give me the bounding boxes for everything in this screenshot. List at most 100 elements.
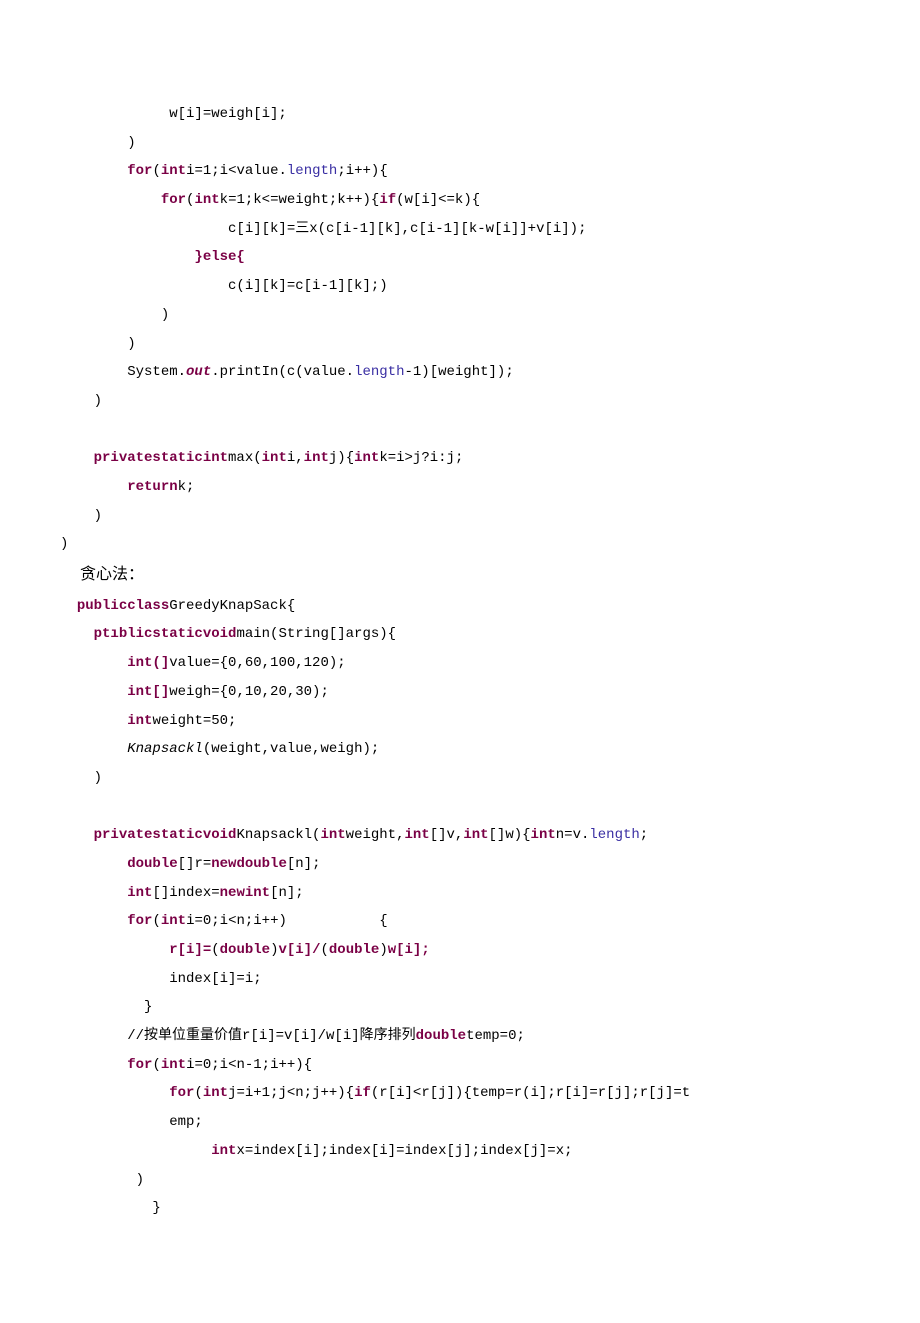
code-line: for(intk=1;k<=weight;k++){if(w[i]<=k){: [60, 186, 860, 215]
code-token: int: [404, 827, 429, 843]
code-line: r[i]=(double)v[i]/(double)w[i];: [60, 936, 860, 965]
code-token: //按单位重量价值r[i]=v[i]/w[i]降序排列: [60, 1028, 416, 1044]
code-token: length: [589, 827, 639, 843]
code-token: (w[i]<=k){: [396, 192, 480, 208]
code-token: ;i++){: [337, 163, 387, 179]
code-token: emp;: [60, 1114, 203, 1130]
code-token: ): [379, 942, 387, 958]
code-token: .printIn(c(value.: [211, 364, 354, 380]
code-token: double: [127, 856, 177, 872]
code-token: int: [320, 827, 345, 843]
code-token: [60, 1085, 169, 1101]
code-token: [60, 163, 127, 179]
code-block-2: publicclassGreedyKnapSack{ ptıblicstatic…: [60, 592, 860, 1223]
code-token: [60, 856, 127, 872]
code-token: w[i];: [388, 942, 430, 958]
code-line: ): [60, 764, 860, 793]
code-token: []r=: [178, 856, 212, 872]
code-token: [60, 249, 194, 265]
code-token: [n];: [287, 856, 321, 872]
code-line: intweight=50;: [60, 707, 860, 736]
section-title: 贪心法：: [60, 559, 860, 592]
code-token: -1)[weight]);: [405, 364, 514, 380]
code-token: weigh={0,10,20,30);: [169, 684, 329, 700]
code-line: double[]r=newdouble[n];: [60, 850, 860, 879]
code-line: Knapsackl(weight,value,weigh);: [60, 735, 860, 764]
code-token: [60, 885, 127, 901]
code-token: }else{: [194, 249, 244, 265]
code-token: k=i>j?i:j;: [379, 450, 463, 466]
code-block-1: w[i]=weigh[i]; ) for(inti=1;i<value.leng…: [60, 100, 860, 559]
code-token: GreedyKnapSack{: [169, 598, 295, 614]
code-token: ): [60, 307, 169, 323]
code-token: j=i+1;j<n;j++){: [228, 1085, 354, 1101]
code-token: c[i][k]=三x(c[i-1][k],c[i-1][k-w[i]]+v[i]…: [60, 221, 586, 237]
code-token: newdouble: [211, 856, 287, 872]
code-line: int[]index=newint[n];: [60, 879, 860, 908]
code-token: double: [416, 1028, 466, 1044]
code-line: privatestaticintmax(inti,intj){intk=i>j?…: [60, 444, 860, 473]
code-line: ): [60, 530, 860, 559]
code-token: int: [211, 1143, 236, 1159]
code-token: [n];: [270, 885, 304, 901]
code-line: int(]value={0,60,100,120);: [60, 649, 860, 678]
code-line: c[i][k]=三x(c[i-1][k],c[i-1][k-w[i]]+v[i]…: [60, 215, 860, 244]
code-token: [60, 741, 127, 757]
code-token: for: [127, 1057, 152, 1073]
code-line: for(intj=i+1;j<n;j++){if(r[i]<r[j]){temp…: [60, 1079, 860, 1108]
code-token: for: [127, 163, 152, 179]
code-document: w[i]=weigh[i]; ) for(inti=1;i<value.leng…: [0, 0, 920, 1323]
code-token: int(]: [127, 655, 169, 671]
code-token: ): [60, 393, 102, 409]
code-token: ptıblicstaticvoid: [94, 626, 237, 642]
code-token: w[i]=weigh[i];: [60, 106, 287, 122]
code-line: publicclassGreedyKnapSack{: [60, 592, 860, 621]
code-token: [60, 192, 161, 208]
code-token: if: [379, 192, 396, 208]
code-line: ): [60, 1166, 860, 1195]
code-token: int: [531, 827, 556, 843]
code-token: (: [152, 913, 160, 929]
code-token: int: [161, 1057, 186, 1073]
code-token: Knapsackl: [127, 741, 203, 757]
code-line: int[]weigh={0,10,20,30);: [60, 678, 860, 707]
code-token: length: [287, 163, 337, 179]
code-token: v[i]/: [278, 942, 320, 958]
code-token: for: [127, 913, 152, 929]
code-token: ): [60, 508, 102, 524]
code-token: [60, 422, 68, 438]
code-line: emp;: [60, 1108, 860, 1137]
code-token: [60, 626, 94, 642]
code-token: i=0;i<n-1;i++){: [186, 1057, 312, 1073]
code-token: [60, 655, 127, 671]
code-token: return: [127, 479, 177, 495]
code-token: System.: [60, 364, 186, 380]
code-token: main(String[]args){: [236, 626, 396, 642]
code-token: n=v.: [556, 827, 590, 843]
code-line: c(i][k]=c[i-1][k];): [60, 272, 860, 301]
code-line: intx=index[i];index[i]=index[j];index[j]…: [60, 1137, 860, 1166]
code-token: int: [262, 450, 287, 466]
code-token: [60, 479, 127, 495]
code-token: [60, 799, 68, 815]
code-line: privatestaticvoidKnapsackl(intweight,int…: [60, 821, 860, 850]
code-token: ): [60, 135, 136, 151]
code-line: //按单位重量价值r[i]=v[i]/w[i]降序排列doubletemp=0;: [60, 1022, 860, 1051]
code-token: int: [203, 1085, 228, 1101]
code-token: }: [60, 999, 152, 1015]
code-token: (: [211, 942, 219, 958]
code-token: ): [60, 536, 68, 552]
code-token: int: [161, 913, 186, 929]
code-token: [60, 598, 77, 614]
code-token: i=1;i<value.: [186, 163, 287, 179]
code-token: int: [463, 827, 488, 843]
code-token: privatestaticvoid: [94, 827, 237, 843]
code-token: ): [60, 770, 102, 786]
code-token: int: [127, 885, 152, 901]
code-token: value={0,60,100,120);: [169, 655, 345, 671]
code-token: for: [169, 1085, 194, 1101]
code-line: }else{: [60, 243, 860, 272]
code-token: for: [161, 192, 186, 208]
code-token: [60, 450, 94, 466]
code-token: ): [60, 336, 136, 352]
